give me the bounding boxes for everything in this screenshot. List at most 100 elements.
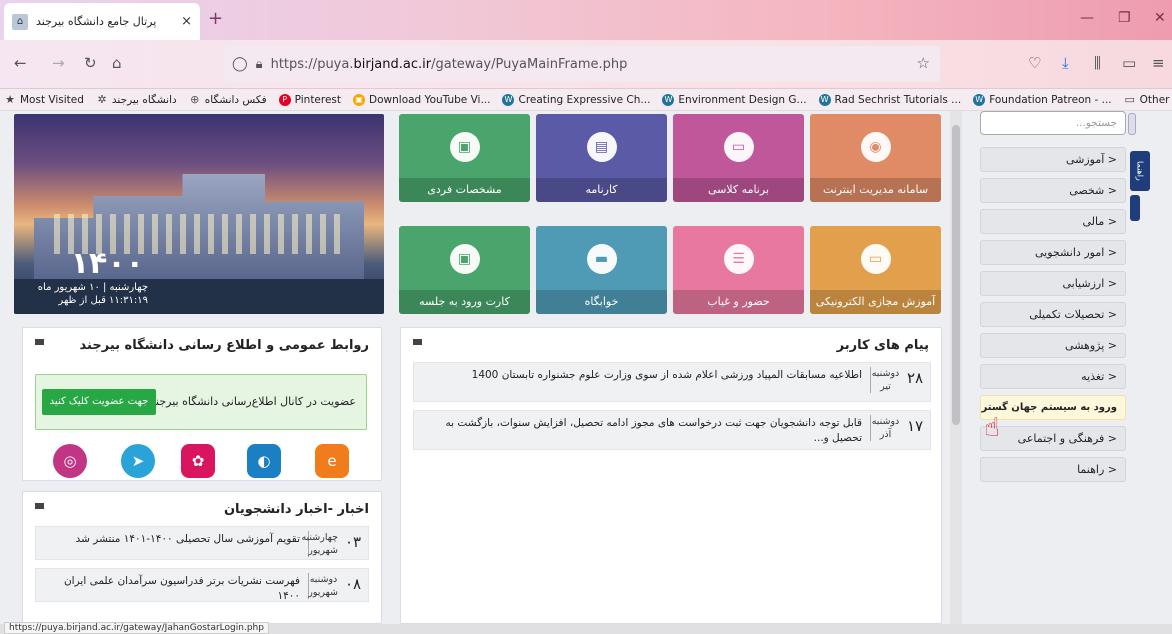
service-tile[interactable]: ▭ برنامه کلاسی bbox=[673, 114, 804, 202]
bookmark-item[interactable]: ⊕ فکس دانشگاه bbox=[189, 93, 267, 106]
sidebar-item[interactable]: < راهنما bbox=[980, 457, 1126, 482]
month: شهریور bbox=[308, 545, 338, 556]
chevron-left-icon: < bbox=[1104, 308, 1117, 321]
panel-minimize-icon[interactable] bbox=[35, 339, 44, 345]
bookmark-item[interactable]: ✲ دانشگاه بیرجند bbox=[96, 93, 177, 106]
sidebar-item[interactable]: < فرهنگی و اجتماعی bbox=[980, 426, 1126, 451]
restore-icon[interactable]: ❐ bbox=[1118, 10, 1131, 26]
list-item[interactable]: ۰۳ چهارشنبه شهریور تقویم آموزشی سال تحصیلی … bbox=[35, 526, 369, 560]
status-url: https://puya.birjand.ac.ir/gateway/Jahan… bbox=[4, 622, 269, 634]
service-tile[interactable]: ◉ سامانه مدیریت اینترنت bbox=[810, 114, 941, 202]
list-item[interactable]: ۰۸ دوشنبه شهریور فهرست نشریات برتر فدراسیون… bbox=[35, 568, 369, 602]
service-tile[interactable]: ▣ کارت ورود به جلسه bbox=[399, 226, 530, 314]
bookmark-label: Pinterest bbox=[294, 93, 342, 106]
bookmark-item[interactable]: W Foundation Patreon - ... bbox=[973, 93, 1112, 106]
id-card-icon: ▣ bbox=[449, 132, 480, 162]
sidebar-item-label: شخصی bbox=[1069, 184, 1105, 197]
join-channel-text: عضویت در کانال اطلاع‌رسانی دانشگاه بیرجن… bbox=[150, 395, 356, 408]
minimize-icon[interactable]: — bbox=[1080, 10, 1094, 26]
sidebar-item[interactable]: < ارزشیابی bbox=[980, 271, 1126, 296]
chevron-left-icon: < bbox=[1104, 277, 1117, 290]
sidebar-item[interactable]: < پژوهشی bbox=[980, 333, 1126, 358]
list-item[interactable]: ۲۸ دوشنبه تیر اطلاعیه مسابقات المپیاد ورزشی… bbox=[413, 362, 931, 402]
bookmark-item[interactable]: W Rad Sechrist Tutorials ... bbox=[818, 93, 962, 106]
bookmark-label: Other Bookmarks bbox=[1139, 93, 1172, 106]
bookmark-label: فکس دانشگاه bbox=[204, 93, 267, 106]
library-icon[interactable]: ⫼ bbox=[1094, 54, 1101, 72]
sidebar-item[interactable]: ورود به سیستم جهان گستر bbox=[980, 395, 1126, 420]
home-icon[interactable]: ⌂ bbox=[112, 54, 122, 72]
close-window-icon[interactable]: ✕ bbox=[1154, 10, 1166, 26]
bookmark-item[interactable]: W Creating Expressive Ch... bbox=[502, 93, 650, 106]
download-icon[interactable]: ⤓ bbox=[1062, 54, 1069, 72]
help-vertical-tab[interactable]: راهنما bbox=[1130, 151, 1150, 191]
browser-tab[interactable]: ⌂ پرتال جامع دانشگاه بیرجند × bbox=[4, 3, 200, 40]
sidebar-item[interactable]: < امور دانشجویی bbox=[980, 240, 1126, 265]
vertical-tab-handle[interactable] bbox=[1130, 195, 1140, 221]
service-tile-label: مشخصات فردی bbox=[399, 178, 530, 202]
service-tile[interactable]: ▭ آموزش مجازی الکترونیکی bbox=[810, 226, 941, 314]
address-bar[interactable]: ◯ 🔒︎ https://puya.birjand.ac.ir/gateway/… bbox=[224, 46, 940, 82]
soroush-icon[interactable]: ◐ bbox=[247, 444, 281, 478]
service-tile[interactable]: ☰ حضور و غیاب bbox=[673, 226, 804, 314]
join-channel-box: عضویت در کانال اطلاع‌رسانی دانشگاه بیرجن… bbox=[35, 374, 367, 430]
sidebar-item[interactable]: < آموزشی bbox=[980, 147, 1126, 172]
bookmark-item[interactable]: ▣ Download YouTube Vi... bbox=[353, 93, 490, 106]
day-label: چهارشنبه شهریور bbox=[301, 531, 338, 557]
bookmark-item[interactable]: P Pinterest bbox=[278, 93, 342, 106]
sidebar-item[interactable]: < تحصیلات تکمیلی bbox=[980, 302, 1126, 327]
aparat-icon[interactable]: ✿ bbox=[181, 444, 215, 478]
search-input[interactable]: جستجو... bbox=[980, 111, 1126, 135]
bookmark-item[interactable]: W Environment Design G... bbox=[662, 93, 807, 106]
checklist-icon: ☰ bbox=[723, 244, 754, 274]
sidebar-item[interactable]: < مالی bbox=[980, 209, 1126, 234]
sidebar-toggle-icon[interactable]: ▭ bbox=[1122, 54, 1136, 72]
search-scroll-handle[interactable] bbox=[1128, 113, 1136, 135]
join-channel-button[interactable]: جهت عضویت کلیک کنید bbox=[42, 389, 156, 415]
list-item[interactable]: ۱۷ دوشنبه آذر قابل توجه دانشجویان جهت ثبت د… bbox=[413, 410, 931, 450]
sidebar-item[interactable]: < تغذیه bbox=[980, 364, 1126, 389]
panel-minimize-icon[interactable] bbox=[413, 339, 422, 345]
telegram-icon[interactable]: ➤ bbox=[121, 444, 155, 478]
new-tab-button[interactable]: + bbox=[208, 10, 223, 28]
reload-icon[interactable]: ↻ bbox=[84, 54, 97, 72]
scrollbar-thumb[interactable] bbox=[952, 125, 960, 425]
service-tile-label: سامانه مدیریت اینترنت bbox=[810, 178, 941, 202]
bookmark-label: Rad Sechrist Tutorials ... bbox=[834, 93, 962, 106]
sidebar-item-label: تغذیه bbox=[1081, 370, 1105, 383]
service-tile-label: کارنامه bbox=[536, 178, 667, 202]
page-scrollbar[interactable] bbox=[950, 111, 962, 624]
shield-icon[interactable]: ◯ bbox=[232, 56, 248, 72]
service-tile[interactable]: ▬ خوابگاه bbox=[536, 226, 667, 314]
bookmark-label: Most Visited bbox=[20, 93, 84, 106]
service-tile[interactable]: ▣ مشخصات فردی bbox=[399, 114, 530, 202]
sidebar-item-label: امور دانشجویی bbox=[1034, 246, 1105, 259]
sidebar-item[interactable]: < شخصی bbox=[980, 178, 1126, 203]
chevron-left-icon: < bbox=[1104, 153, 1117, 166]
badge-icon: ▣ bbox=[449, 244, 480, 274]
back-icon[interactable]: ← bbox=[14, 54, 27, 72]
item-text: اطلاعیه مسابقات المپیاد ورزشی اعلام شده … bbox=[471, 369, 862, 381]
instagram-icon[interactable]: ◎ bbox=[53, 444, 87, 478]
menu-icon[interactable]: ≡ bbox=[1152, 54, 1165, 72]
monitor-icon: ▭ bbox=[860, 244, 891, 274]
pocket-icon[interactable]: ♡ bbox=[1028, 54, 1041, 72]
weekday: دوشنبه bbox=[871, 368, 900, 379]
service-tile-label: خوابگاه bbox=[536, 290, 667, 314]
day-number: ۱۷ bbox=[906, 417, 924, 435]
eitaa-icon[interactable]: e bbox=[315, 444, 349, 478]
panel-minimize-icon[interactable] bbox=[35, 503, 44, 509]
sidebar-item-label: ورود به سیستم جهان گستر bbox=[981, 402, 1117, 413]
tab-close-icon[interactable]: × bbox=[181, 14, 192, 29]
bookmark-item[interactable]: ▭ Other Bookmarks bbox=[1124, 93, 1172, 106]
lock-icon[interactable]: 🔒︎ bbox=[256, 57, 263, 72]
service-tile[interactable]: ▤ کارنامه bbox=[536, 114, 667, 202]
bookmarks-bar: ★ Most Visited ✲ دانشگاه بیرجند ⊕ فکس دانشگاه… bbox=[0, 89, 1172, 111]
bookmark-label: دانشگاه بیرجند bbox=[111, 93, 177, 106]
public-relations-panel: روابط عمومی و اطلاع رسانی دانشگاه بیرجند… bbox=[22, 327, 382, 481]
bookmark-item[interactable]: ★ Most Visited bbox=[4, 93, 84, 106]
messages-title: پیام های کاربر bbox=[836, 338, 929, 353]
forward-icon[interactable]: → bbox=[52, 54, 65, 72]
bookmark-star-icon[interactable]: ☆ bbox=[917, 54, 930, 72]
pointer-hand-icon: ☝ bbox=[984, 413, 1000, 443]
